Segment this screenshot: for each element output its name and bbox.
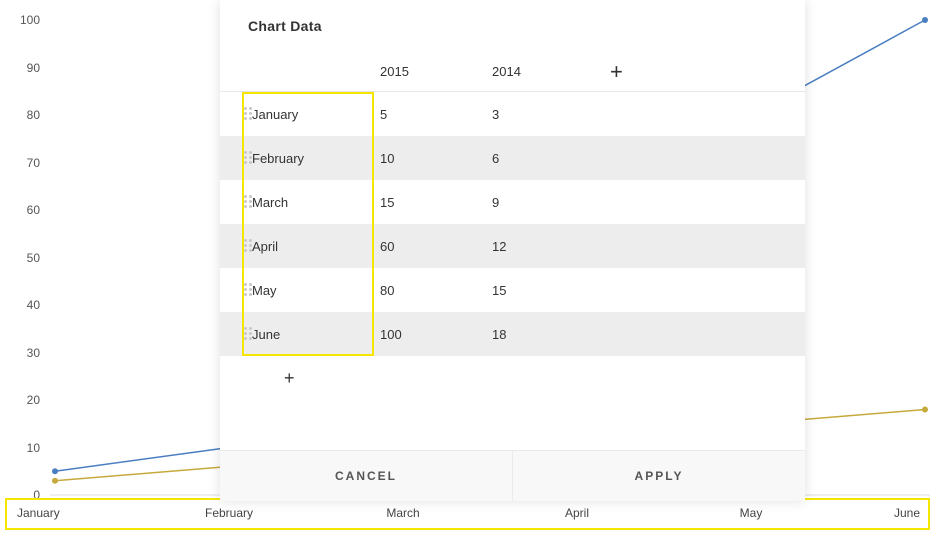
y-tick-label: 40 [0, 298, 40, 312]
month-cell[interactable]: June [248, 327, 380, 342]
add-row-button[interactable]: + [284, 368, 295, 389]
month-cell[interactable]: May [248, 283, 380, 298]
month-cell[interactable]: January [248, 107, 380, 122]
column-header-2014[interactable]: 2014 [492, 64, 604, 79]
value-cell-2014[interactable]: 3 [492, 107, 604, 122]
table-body: January53February106March159April6012May… [220, 92, 805, 356]
data-point[interactable] [922, 407, 928, 413]
x-tick-label: April [565, 506, 589, 520]
drag-handle-icon[interactable] [220, 283, 248, 297]
value-cell-2015[interactable]: 100 [380, 327, 492, 342]
dialog-title: Chart Data [220, 0, 805, 52]
y-tick-label: 70 [0, 156, 40, 170]
value-cell-2015[interactable]: 10 [380, 151, 492, 166]
month-cell[interactable]: April [248, 239, 380, 254]
drag-handle-icon[interactable] [220, 195, 248, 209]
column-header-2015[interactable]: 2015 [380, 64, 492, 79]
chart-data-dialog: Chart Data 2015 2014 + January53February… [220, 0, 805, 501]
cancel-button[interactable]: CANCEL [220, 451, 512, 501]
x-axis-labels: January February March April May June [5, 500, 930, 528]
y-axis-ticks: 0102030405060708090100 [0, 0, 50, 505]
apply-button[interactable]: APPLY [512, 451, 805, 501]
add-column-button[interactable]: + [604, 59, 805, 85]
table-row: April6012 [220, 224, 805, 268]
month-cell[interactable]: February [248, 151, 380, 166]
table-row: January53 [220, 92, 805, 136]
value-cell-2014[interactable]: 15 [492, 283, 604, 298]
value-cell-2014[interactable]: 6 [492, 151, 604, 166]
x-tick-label: May [740, 506, 763, 520]
x-tick-label: March [386, 506, 419, 520]
value-cell-2014[interactable]: 18 [492, 327, 604, 342]
stage: 0102030405060708090100 JanuaryFebruaryMa… [0, 0, 935, 537]
data-point[interactable] [922, 17, 928, 23]
data-table: 2015 2014 + January53February106March159… [220, 52, 805, 400]
table-row: February106 [220, 136, 805, 180]
y-tick-label: 10 [0, 441, 40, 455]
y-tick-label: 50 [0, 251, 40, 265]
value-cell-2015[interactable]: 5 [380, 107, 492, 122]
drag-handle-icon[interactable] [220, 107, 248, 121]
table-row: May8015 [220, 268, 805, 312]
table-header-row: 2015 2014 + [220, 52, 805, 92]
month-cell[interactable]: March [248, 195, 380, 210]
dialog-footer: CANCEL APPLY [220, 450, 805, 501]
value-cell-2014[interactable]: 9 [492, 195, 604, 210]
x-tick-label: June [894, 506, 920, 520]
data-point[interactable] [52, 478, 58, 484]
y-tick-label: 20 [0, 393, 40, 407]
drag-handle-icon[interactable] [220, 239, 248, 253]
value-cell-2015[interactable]: 15 [380, 195, 492, 210]
value-cell-2015[interactable]: 60 [380, 239, 492, 254]
data-point[interactable] [52, 468, 58, 474]
y-tick-label: 80 [0, 108, 40, 122]
value-cell-2015[interactable]: 80 [380, 283, 492, 298]
x-tick-label: January [17, 506, 60, 520]
x-tick-label: February [205, 506, 253, 520]
table-row: March159 [220, 180, 805, 224]
y-tick-label: 60 [0, 203, 40, 217]
y-tick-label: 90 [0, 61, 40, 75]
y-tick-label: 30 [0, 346, 40, 360]
add-row: + [220, 356, 805, 400]
table-row: June10018 [220, 312, 805, 356]
value-cell-2014[interactable]: 12 [492, 239, 604, 254]
y-tick-label: 100 [0, 13, 40, 27]
drag-handle-icon[interactable] [220, 327, 248, 341]
drag-handle-icon[interactable] [220, 151, 248, 165]
